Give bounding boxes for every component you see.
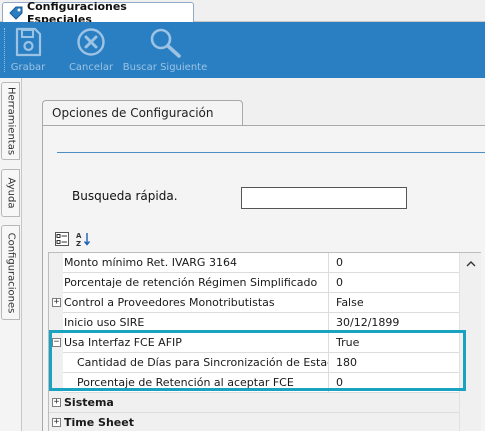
- side-tab-ayuda[interactable]: Ayuda: [1, 169, 20, 217]
- property-row[interactable]: Porcentaje de retención Régimen Simplifi…: [49, 273, 481, 293]
- property-row-child[interactable]: Cantidad de Días para Sincronización de …: [49, 353, 481, 373]
- category-row-time-sheet[interactable]: + Time Sheet: [49, 413, 481, 431]
- property-row[interactable]: Monto mínimo Ret. IVARG 3164 0: [49, 253, 481, 273]
- document-tab-strip: Configuraciones Especiales: [0, 0, 485, 26]
- configuration-panel: Busqueda rápida. A Z Monto mínimo Ret. I…: [42, 125, 485, 431]
- expand-icon[interactable]: +: [52, 398, 61, 407]
- side-tab-strip: Herramientas Ayuda Configuraciones: [0, 78, 22, 431]
- category-name: Time Sheet: [64, 416, 134, 429]
- row-gutter: [49, 273, 63, 293]
- collapse-icon[interactable]: −: [52, 338, 61, 347]
- property-value[interactable]: 30/12/1899: [336, 313, 456, 333]
- quick-search-input[interactable]: [241, 187, 407, 209]
- property-name: Control a Proveedores Monotributistas: [64, 293, 329, 313]
- property-value[interactable]: 180: [336, 353, 456, 373]
- property-row[interactable]: + Control a Proveedores Monotributistas …: [49, 293, 481, 313]
- cancel-button[interactable]: Cancelar: [68, 22, 114, 78]
- cancel-button-label: Cancelar: [68, 62, 114, 73]
- document-tab[interactable]: Configuraciones Especiales: [2, 0, 194, 26]
- property-name: Monto mínimo Ret. IVARG 3164: [64, 253, 329, 273]
- app-tag-icon: [9, 6, 23, 20]
- categorized-icon[interactable]: [54, 231, 70, 247]
- row-gutter: [49, 353, 63, 373]
- save-button[interactable]: Grabar: [9, 22, 47, 78]
- side-tab-label: Herramientas: [5, 86, 16, 156]
- property-value[interactable]: 0: [336, 253, 456, 273]
- property-row-child[interactable]: Porcentaje de Retención al aceptar FCE 0: [49, 373, 481, 393]
- property-name: Cantidad de Días para Sincronización de …: [64, 353, 329, 373]
- find-next-button-label: Buscar Siguiente: [122, 62, 208, 73]
- save-button-label: Grabar: [10, 62, 46, 73]
- property-value[interactable]: 0: [336, 273, 456, 293]
- category-name: Sistema: [64, 396, 114, 409]
- cancel-icon: [76, 22, 106, 60]
- property-value[interactable]: True: [336, 333, 456, 353]
- row-gutter: [49, 373, 63, 393]
- toolbar-grip[interactable]: [4, 28, 6, 72]
- find-next-button[interactable]: Buscar Siguiente: [122, 22, 208, 78]
- expand-icon[interactable]: +: [52, 298, 61, 307]
- svg-text:A: A: [76, 232, 82, 240]
- panel-divider: [57, 152, 485, 153]
- property-row[interactable]: − Usa Interfaz FCE AFIP True: [49, 333, 481, 353]
- property-row[interactable]: Inicio uso SIRE 30/12/1899: [49, 313, 481, 333]
- alphabetical-sort-icon[interactable]: A Z: [76, 231, 92, 247]
- property-name: Usa Interfaz FCE AFIP: [64, 333, 329, 353]
- property-name: Porcentaje de retención Régimen Simplifi…: [64, 273, 329, 293]
- side-tab-configuraciones[interactable]: Configuraciones: [1, 225, 20, 320]
- property-grid: Monto mínimo Ret. IVARG 3164 0 Porcentaj…: [48, 252, 481, 431]
- main-area: Opciones de Configuración Busqueda rápid…: [22, 78, 485, 431]
- scroll-up-arrow-icon[interactable]: [465, 258, 477, 268]
- property-value[interactable]: 0: [336, 373, 456, 393]
- row-gutter: [49, 253, 63, 273]
- save-icon: [14, 22, 42, 60]
- category-row-sistema[interactable]: + Sistema: [49, 393, 481, 413]
- vertical-scrollbar[interactable]: [459, 253, 481, 431]
- expand-icon[interactable]: +: [52, 418, 61, 427]
- side-tab-label: Configuraciones: [5, 232, 16, 313]
- svg-text:Z: Z: [76, 240, 81, 247]
- tab-opciones-de-configuracion[interactable]: Opciones de Configuración: [42, 100, 243, 126]
- search-icon: [148, 22, 182, 62]
- property-grid-toolbar: A Z: [48, 229, 485, 249]
- side-tab-herramientas[interactable]: Herramientas: [1, 82, 20, 160]
- quick-search-label: Busqueda rápida.: [72, 189, 178, 203]
- side-tab-label: Ayuda: [5, 177, 16, 209]
- property-name: Porcentaje de Retención al aceptar FCE: [64, 373, 329, 393]
- row-gutter: [49, 313, 63, 333]
- property-name: Inicio uso SIRE: [64, 313, 329, 333]
- main-toolbar: Grabar Cancelar Buscar Siguiente: [0, 22, 485, 78]
- property-value[interactable]: False: [336, 293, 456, 313]
